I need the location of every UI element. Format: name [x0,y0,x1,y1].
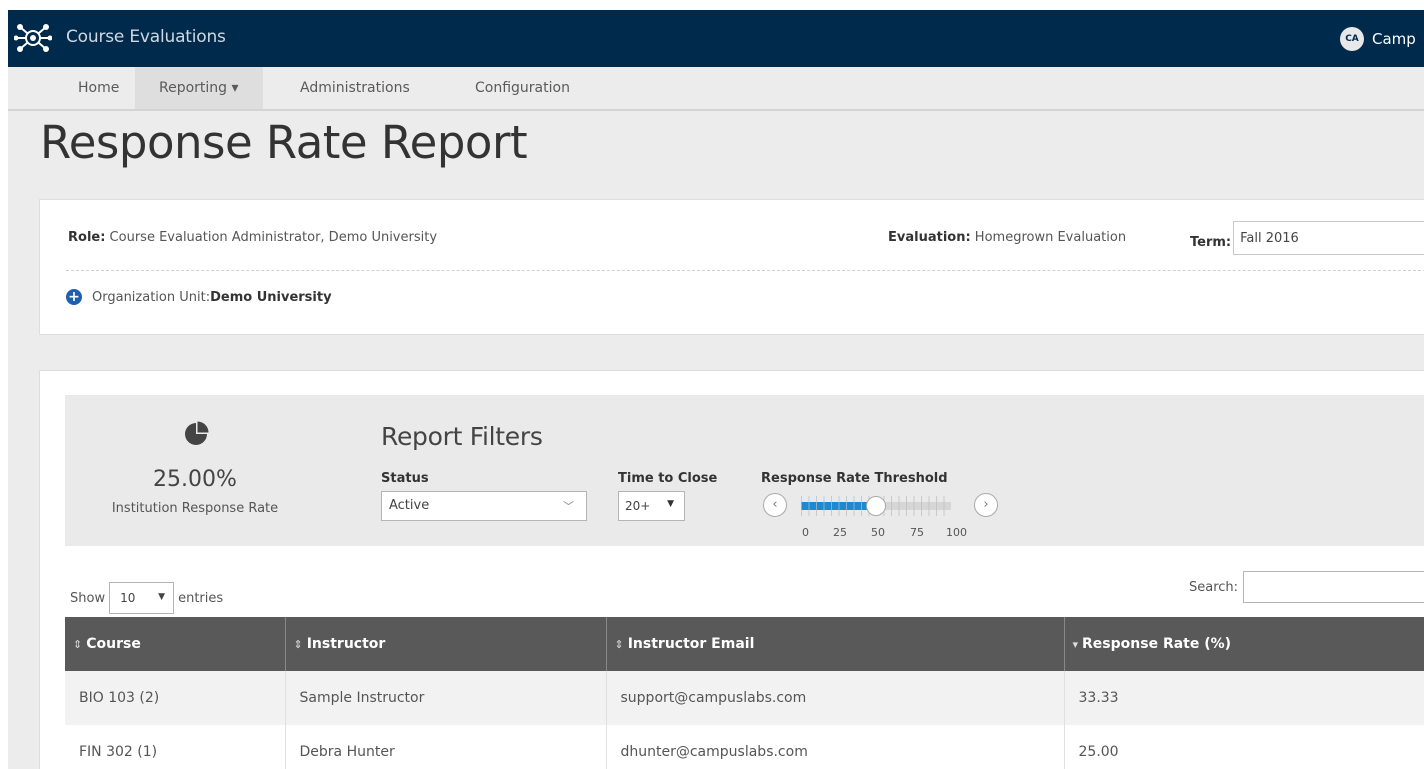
user-menu[interactable]: CA Camp [1340,27,1416,51]
filters-title: Report Filters [381,422,543,451]
threshold-tick-label: 50 [871,526,885,539]
cell-instructor-email: support@campuslabs.com [606,671,1065,725]
cell-instructor-email: dhunter@campuslabs.com [606,725,1065,769]
cell-instructor: Debra Hunter [285,725,607,769]
page-length-select[interactable]: 10 ▼ [109,582,175,614]
caret-down-icon: ▼ [667,499,674,509]
sort-icon: ⇕ [614,638,624,651]
cell-response-rate: 33.33 [1064,671,1424,725]
search-label: Search: [1189,579,1239,595]
role-info: Role: Course Evaluation Administrator, D… [68,230,437,245]
threshold-tick-label: 0 [802,526,809,539]
show-entries: Show 10 ▼ entries [70,582,223,614]
table-row[interactable]: FIN 302 (1) Debra Hunter dhunter@campusl… [65,725,1424,769]
divider [66,270,1424,271]
cell-course: BIO 103 (2) [65,671,286,725]
threshold-tick-label: 100 [946,526,967,539]
page-length-value: 10 [120,591,136,605]
show-label: Show [70,590,106,606]
time-to-close-select[interactable]: 20+ ▼ [618,491,685,521]
org-unit: + Organization Unit: Demo University [66,289,332,305]
status-value: Active [389,498,430,513]
org-value: Demo University [210,289,332,305]
user-avatar: CA [1340,27,1364,51]
column-label: Instructor [306,636,386,652]
threshold-slider-thumb[interactable] [866,496,886,516]
term-label: Term: [1190,235,1232,250]
column-header-instructor-email[interactable]: ⇕ Instructor Email [606,617,1065,671]
table-header-row: ⇕ Course ⇕ Instructor ⇕ Instructor Email ▾ R… [65,617,1424,671]
sort-desc-icon: ▾ [1072,638,1079,651]
sort-icon: ⇕ [293,638,303,651]
org-label: Organization Unit: [92,289,211,305]
cell-instructor: Sample Instructor [285,671,607,725]
entries-label: entries [178,590,224,606]
caret-down-icon: ▼ [158,592,166,602]
column-header-course[interactable]: ⇕ Course [65,617,286,671]
pie-chart-icon [185,421,209,445]
time-to-close-value: 20+ [625,499,651,513]
role-value: Course Evaluation Administrator, Demo Un… [105,230,438,245]
chevron-down-icon: ﹀ [563,500,574,513]
column-label: Instructor Email [627,636,755,652]
chevron-left-icon: ‹ [772,497,778,512]
column-label: Response Rate (%) [1082,636,1232,652]
threshold-increase-button[interactable]: › [974,493,998,517]
nav-home[interactable]: Home [54,67,143,109]
status-select[interactable]: Active ﹀ [381,491,587,521]
report-card: 25.00% Institution Response Rate Report … [39,370,1424,769]
institution-rate-value: 25.00% [153,467,237,492]
institution-rate-label: Institution Response Rate [111,501,279,516]
role-label: Role: [68,230,106,245]
column-header-instructor[interactable]: ⇕ Instructor [285,617,607,671]
sort-icon: ⇕ [73,638,83,651]
term-select[interactable]: Fall 2016 [1233,221,1424,255]
table-row[interactable]: BIO 103 (2) Sample Instructor support@ca… [65,671,1424,725]
evaluation-label: Evaluation: [888,230,971,245]
term-filter: Term: Fall 2016 [1190,221,1424,255]
threshold-decrease-button[interactable]: ‹ [763,493,787,517]
threshold-tick-label: 25 [833,526,847,539]
network-logo-icon[interactable] [14,23,52,53]
filters-panel: 25.00% Institution Response Rate Report … [65,395,1424,546]
evaluation-info: Evaluation: Homegrown Evaluation [888,230,1126,245]
threshold-label: Response Rate Threshold [761,471,948,486]
threshold-tick-label: 75 [910,526,924,539]
response-rate-table: ⇕ Course ⇕ Instructor ⇕ Instructor Email ▾ R… [65,617,1424,769]
status-label: Status [381,471,429,486]
search: Search: [1189,571,1424,603]
search-input[interactable] [1243,571,1424,603]
app-frame: Course Evaluations CA Camp Home Reportin… [8,10,1424,769]
app-title[interactable]: Course Evaluations [66,27,226,47]
cell-course: FIN 302 (1) [65,725,286,769]
context-card: Role: Course Evaluation Administrator, D… [39,199,1424,335]
column-label: Course [86,636,141,652]
nav-configuration[interactable]: Configuration [451,67,594,109]
chevron-right-icon: › [983,497,989,512]
column-header-response-rate[interactable]: ▾ Response Rate (%) [1064,617,1424,671]
top-bar: Course Evaluations CA Camp [8,10,1424,67]
nav-administrations[interactable]: Administrations [276,67,434,109]
main-nav: Home Reporting ▾ Administrations Configu… [8,67,1424,111]
nav-reporting[interactable]: Reporting ▾ [135,67,263,109]
user-name: Camp [1372,30,1416,48]
evaluation-value: Homegrown Evaluation [970,230,1127,245]
page-title: Response Rate Report [40,116,528,169]
time-to-close-label: Time to Close [618,471,718,486]
cell-response-rate: 25.00 [1064,725,1424,769]
expand-plus-icon[interactable]: + [66,289,82,305]
